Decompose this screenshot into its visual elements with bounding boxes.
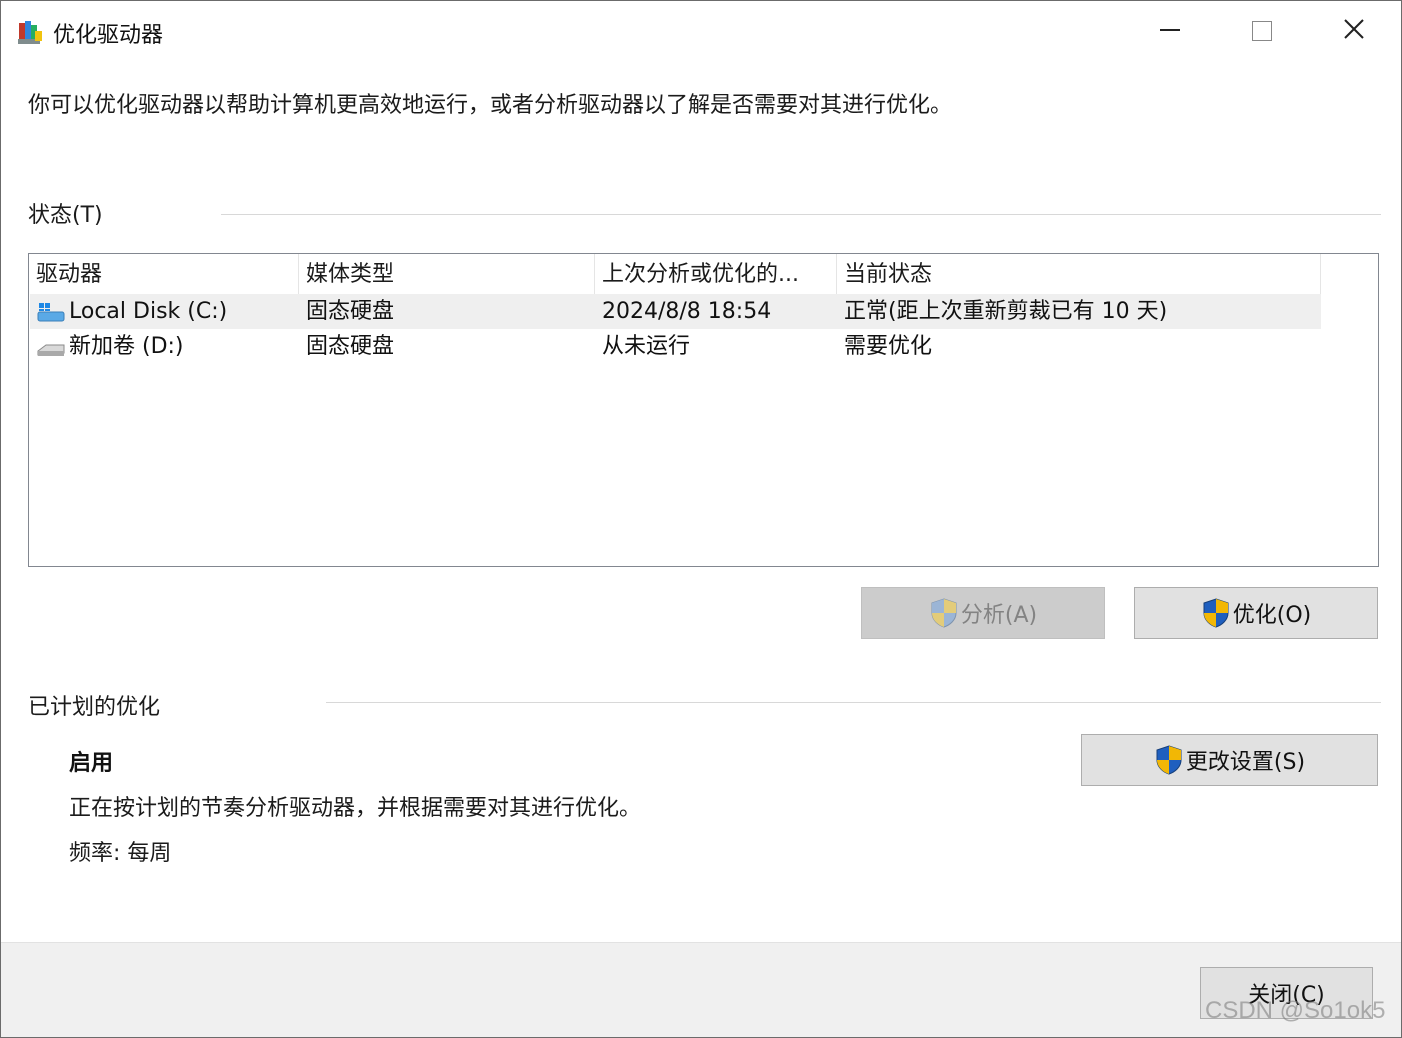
drive-row-c[interactable]: Local Disk (C:) 固态硬盘 2024/8/8 18:54 正常(距… [30,294,1321,329]
watermark: CSDN @So1ok5 [1205,997,1386,1024]
analyze-button-label: 分析(A) [960,603,1038,628]
optimize-button-label: 优化(O) [1232,603,1312,628]
scheduled-group-divider [326,702,1381,703]
analyze-button[interactable]: 分析(A) [861,587,1105,639]
close-window-button[interactable] [1331,9,1377,51]
current-status: 需要优化 [844,334,933,359]
maximize-button[interactable] [1238,9,1284,51]
column-header-media[interactable]: 媒体类型 [299,254,595,294]
last-run: 从未运行 [602,334,691,359]
close-icon [1344,19,1364,39]
column-header-last-run[interactable]: 上次分析或优化的... [595,254,837,294]
schedule-description: 正在按计划的节奏分析驱动器，并根据需要对其进行优化。 [69,796,642,821]
status-group-divider [221,214,1381,215]
drives-list-header: 驱动器 媒体类型 上次分析或优化的... 当前状态 [29,254,1378,294]
optimize-drives-window: 优化驱动器 你可以优化驱动器以帮助计算机更高效地运行，或者分析驱动器以了解是否需… [0,0,1402,1038]
minimize-button[interactable] [1147,9,1193,51]
drive-name: Local Disk (C:) [69,299,228,324]
dialog-footer [1,942,1401,1037]
intro-text: 你可以优化驱动器以帮助计算机更高效地运行，或者分析驱动器以了解是否需要对其进行优… [28,93,953,118]
status-group-label: 状态(T) [28,203,103,228]
column-header-status[interactable]: 当前状态 [837,254,1321,294]
column-header-drive[interactable]: 驱动器 [29,254,299,294]
scheduled-group-label: 已计划的优化 [28,695,161,720]
drive-name: 新加卷 (D:) [69,334,184,359]
schedule-frequency: 频率: 每周 [69,841,172,866]
media-type: 固态硬盘 [306,299,395,324]
window-title: 优化驱动器 [53,23,164,48]
last-run: 2024/8/8 18:54 [602,299,772,324]
drive-row-d[interactable]: 新加卷 (D:) 固态硬盘 从未运行 需要优化 [30,329,1321,364]
uac-shield-icon [1156,745,1182,775]
media-type: 固态硬盘 [306,334,395,359]
change-settings-label: 更改设置(S) [1185,750,1306,775]
uac-shield-icon [1203,598,1229,628]
change-settings-button[interactable]: 更改设置(S) [1081,734,1378,786]
uac-shield-icon [931,598,957,628]
system-drive-icon [37,303,65,322]
current-status: 正常(距上次重新剪裁已有 10 天) [844,299,1168,324]
optimize-button[interactable]: 优化(O) [1134,587,1378,639]
drives-list[interactable]: 驱动器 媒体类型 上次分析或优化的... 当前状态 Local Disk (C:… [28,253,1379,567]
drive-icon [37,344,65,356]
title-bar[interactable]: 优化驱动器 [1,1,1401,61]
schedule-state: 启用 [69,751,114,776]
defrag-app-icon [18,21,42,44]
